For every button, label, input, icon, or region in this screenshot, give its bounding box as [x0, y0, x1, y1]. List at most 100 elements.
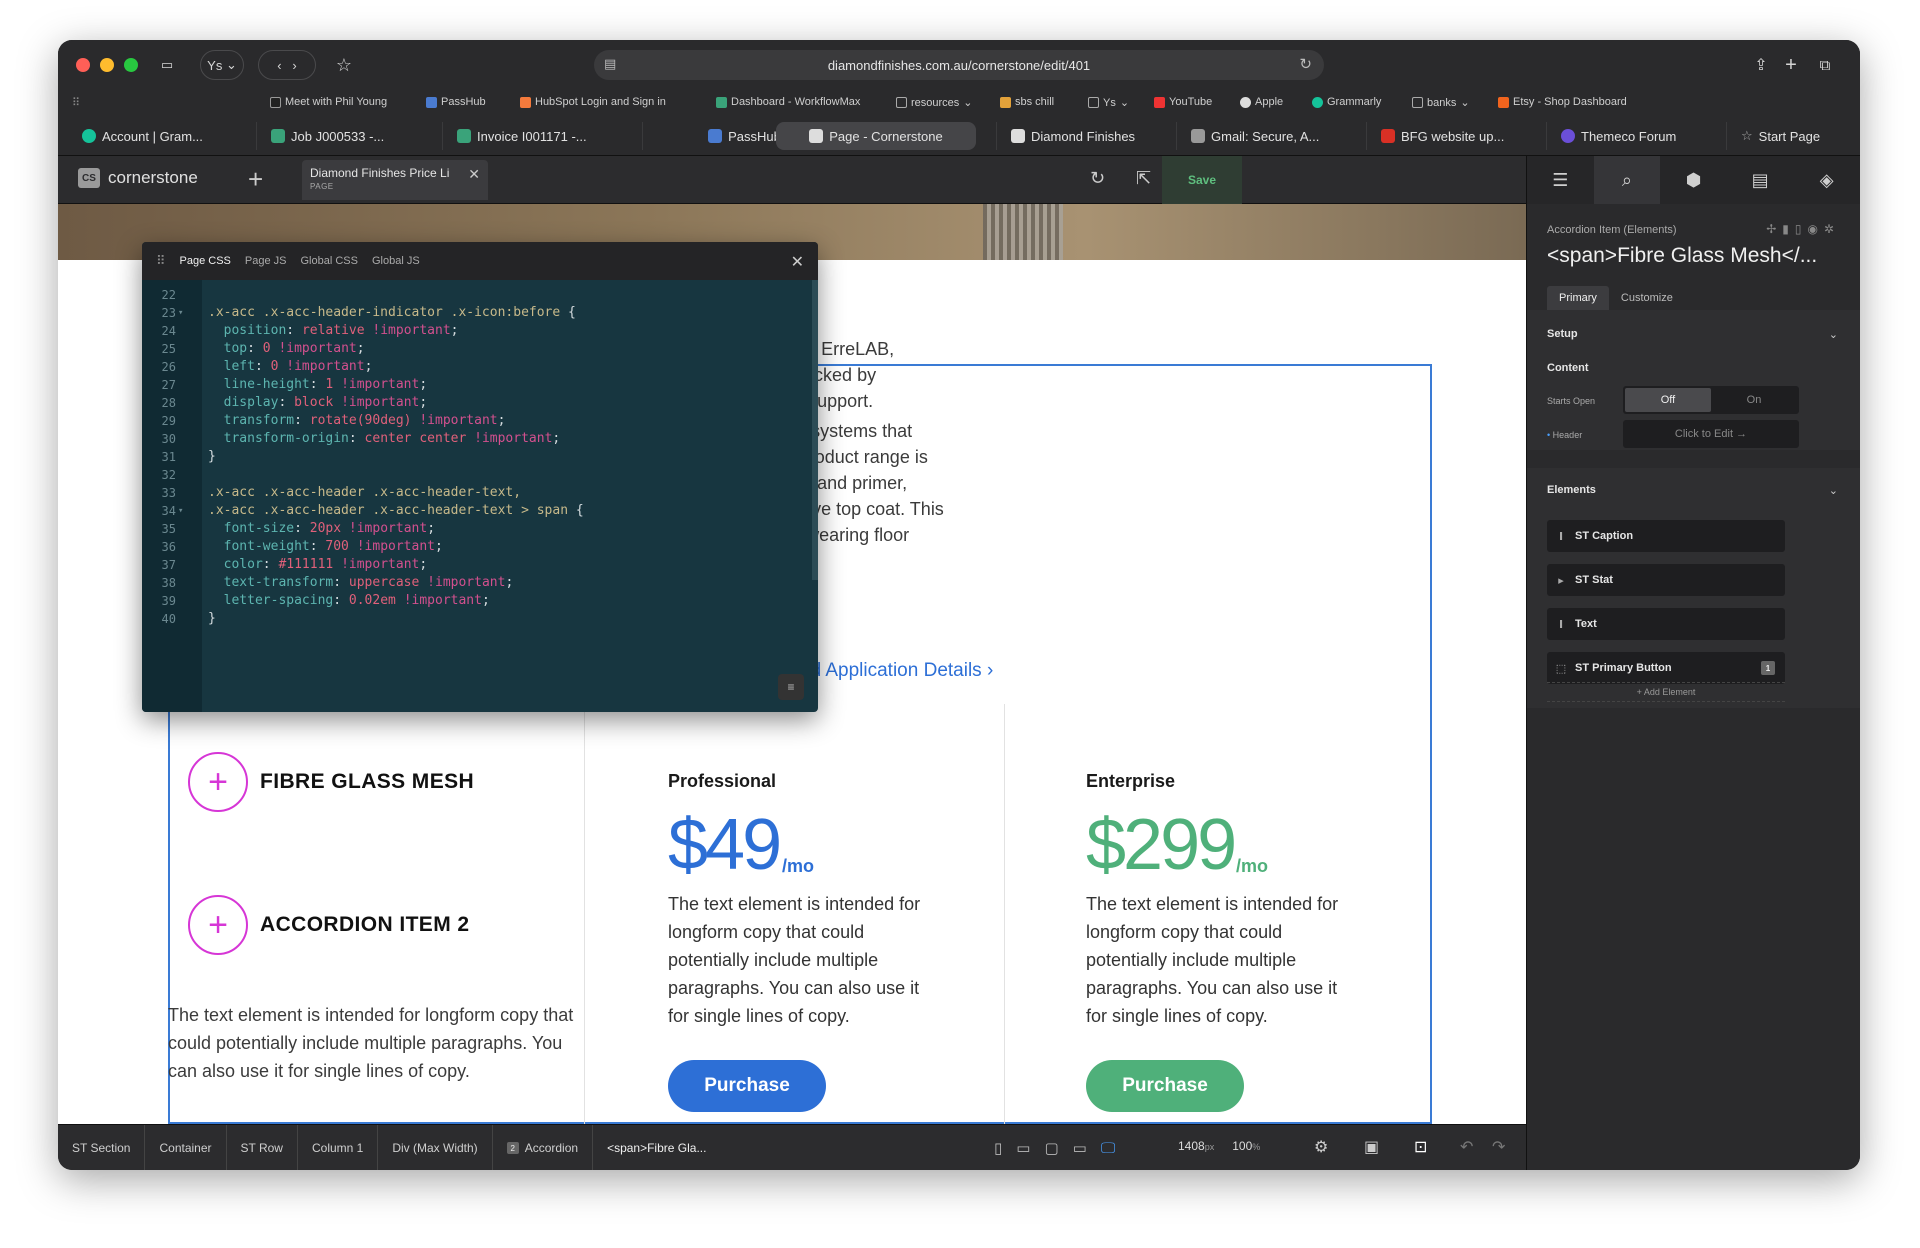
code-line[interactable]: 28 display: block !important;	[142, 394, 818, 412]
purchase-button-professional[interactable]: Purchase	[668, 1060, 826, 1112]
breadcrumb-item[interactable]: Container	[145, 1125, 227, 1170]
chevron-down-icon[interactable]: ⌄	[1829, 328, 1838, 341]
grid-icon[interactable]: ⠿	[72, 96, 80, 109]
database-icon[interactable]: ≡	[778, 674, 804, 700]
tab-page-js[interactable]: Page JS	[245, 255, 287, 267]
layout-icon[interactable]: ▤	[1727, 156, 1794, 204]
scrollbar[interactable]	[812, 280, 818, 580]
expand-arrow-icon[interactable]: ▸	[1555, 574, 1567, 587]
new-tab-icon[interactable]: +	[1778, 50, 1804, 80]
toggle-on-option[interactable]: On	[1711, 388, 1797, 412]
purchase-button-enterprise[interactable]: Purchase	[1086, 1060, 1244, 1112]
tab-overview-icon[interactable]: ⧉	[1812, 50, 1838, 80]
breadcrumb-item[interactable]: 2 Accordion	[493, 1125, 594, 1170]
code-line[interactable]: 32	[142, 466, 818, 484]
refresh-icon[interactable]: ↻	[1090, 168, 1105, 189]
favorite-star-icon[interactable]: ☆	[328, 50, 360, 80]
tab-primary[interactable]: Primary	[1547, 286, 1609, 310]
save-button[interactable]: Save	[1162, 156, 1242, 204]
bookmark-folder[interactable]: Ys ⌄	[1088, 96, 1129, 109]
breadcrumb-item-current[interactable]: <span>Fibre Gla...	[593, 1125, 720, 1170]
close-icon[interactable]: ✕	[468, 166, 480, 183]
code-line[interactable]: 36 font-weight: 700 !important;	[142, 538, 818, 556]
document-tab[interactable]: Diamond Finishes Price Li PAGE ✕	[302, 160, 488, 200]
code-line[interactable]: 33 .x-acc .x-acc-header .x-acc-header-tex…	[142, 484, 818, 502]
phone-landscape-icon[interactable]: ▭	[1016, 1139, 1030, 1157]
browser-tab[interactable]: ☆ Start Page	[1726, 122, 1850, 150]
profile-menu-button[interactable]: Ys ⌄	[200, 50, 244, 80]
chevron-down-icon[interactable]: ⌄	[1829, 484, 1838, 497]
browser-tab[interactable]: Account | Gram...	[68, 122, 246, 150]
browser-tab[interactable]: Job J000533 -...	[256, 122, 432, 150]
browser-tab[interactable]: Themeco Forum	[1546, 122, 1716, 150]
browser-tab[interactable]: Diamond Finishes	[996, 122, 1166, 150]
tab-customize[interactable]: Customize	[1609, 286, 1685, 310]
code-line[interactable]: 30 transform-origin: center center !impo…	[142, 430, 818, 448]
bookmark-item[interactable]: sbs chill	[1000, 96, 1054, 108]
image-icon[interactable]: ▣	[1364, 1137, 1379, 1157]
bookmark-item[interactable]: YouTube	[1154, 96, 1212, 108]
breadcrumb-item[interactable]: ST Section	[58, 1125, 146, 1170]
code-line[interactable]: 23 ▾ .x-acc .x-acc-header-indicator .x-ico…	[142, 304, 818, 322]
code-line[interactable]: 22	[142, 286, 818, 304]
application-details-link[interactable]: ad Application Details ›	[800, 660, 993, 682]
fold-arrow-icon[interactable]: ▾	[178, 304, 183, 322]
code-line[interactable]: 35 font-size: 20px !important;	[142, 520, 818, 538]
code-editor-icon[interactable]: ⊡	[1414, 1137, 1427, 1157]
add-element-button[interactable]: + Add Element	[1547, 682, 1785, 702]
bookmark-item[interactable]: Etsy - Shop Dashboard	[1498, 96, 1627, 108]
layers-icon[interactable]: ◈	[1793, 156, 1860, 204]
phone-portrait-icon[interactable]: ▯	[994, 1139, 1002, 1157]
bookmark-item[interactable]: Apple	[1240, 96, 1283, 108]
element-row-st-primary-button[interactable]: ⬚ ST Primary Button 1	[1547, 652, 1785, 684]
toggle-off-option[interactable]: Off	[1625, 388, 1711, 412]
redo-icon[interactable]: ↷	[1492, 1137, 1505, 1157]
close-icon[interactable]: ✕	[791, 252, 804, 272]
reload-icon[interactable]: ↻	[1299, 55, 1312, 73]
sidebar-toggle-icon[interactable]: ▭	[150, 50, 184, 80]
code-line[interactable]: 34 ▾ .x-acc .x-acc-header .x-acc-header-te…	[142, 502, 818, 520]
browser-tab-active[interactable]: Page - Cornerstone	[776, 122, 976, 150]
accordion-item-2[interactable]: + ACCORDION ITEM 2	[188, 895, 469, 955]
code-lines[interactable]: 22 23 ▾ .x-acc .x-acc-header-indicator .x-i…	[142, 286, 818, 628]
bookmark-folder[interactable]: resources ⌄	[896, 96, 973, 109]
cube-icon[interactable]: ⬢	[1660, 156, 1727, 204]
gear-icon[interactable]: ⚙	[1314, 1137, 1328, 1157]
setup-heading[interactable]: Setup	[1547, 328, 1578, 340]
tab-global-js[interactable]: Global JS	[372, 255, 420, 267]
breadcrumb-item[interactable]: ST Row	[227, 1125, 298, 1170]
plus-icon[interactable]: +	[188, 752, 248, 812]
external-link-icon[interactable]: ⇱	[1136, 168, 1151, 189]
code-line[interactable]: 31}	[142, 448, 818, 466]
plus-icon[interactable]: +	[188, 895, 248, 955]
code-line[interactable]: 38 text-transform: uppercase !important;	[142, 574, 818, 592]
tab-page-css[interactable]: Page CSS	[180, 255, 231, 267]
nav-back-forward[interactable]: ‹ ›	[258, 50, 316, 80]
starts-open-toggle[interactable]: Off On	[1623, 386, 1799, 414]
code-line[interactable]: 26 left: 0 !important;	[142, 358, 818, 376]
code-line[interactable]: 24 position: relative !important;	[142, 322, 818, 340]
breadcrumb-item[interactable]: Column 1	[298, 1125, 379, 1170]
laptop-icon[interactable]: ▭	[1073, 1139, 1087, 1157]
browser-tab[interactable]: BFG website up...	[1366, 122, 1536, 150]
code-line[interactable]: 40}	[142, 610, 818, 628]
code-line[interactable]: 25 top: 0 !important;	[142, 340, 818, 358]
accordion-item-fibre-glass-mesh[interactable]: + FIBRE GLASS MESH	[188, 752, 474, 812]
minimize-window-button[interactable]	[100, 58, 114, 72]
zoom-window-button[interactable]	[124, 58, 138, 72]
desktop-icon[interactable]: 🖵	[1101, 1140, 1115, 1157]
header-click-to-edit-button[interactable]: Click to Edit →	[1623, 420, 1799, 448]
address-bar[interactable]: ▤ diamondfinishes.com.au/cornerstone/edi…	[594, 50, 1324, 80]
bookmark-item[interactable]: PassHub	[426, 96, 486, 108]
code-line[interactable]: 29 transform: rotate(90deg) !important;	[142, 412, 818, 430]
tablet-icon[interactable]: ▢	[1044, 1139, 1058, 1157]
bookmark-item[interactable]: Grammarly	[1312, 96, 1381, 108]
code-line[interactable]: 39 letter-spacing: 0.02em !important;	[142, 592, 818, 610]
close-window-button[interactable]	[76, 58, 90, 72]
fold-arrow-icon[interactable]: ▾	[178, 502, 183, 520]
css-code-editor[interactable]: ⠿ Page CSS Page JS Global CSS Global JS …	[142, 242, 818, 712]
browser-tab[interactable]: Gmail: Secure, A...	[1176, 122, 1356, 150]
code-line[interactable]: 37 color: #111111 !important;	[142, 556, 818, 574]
viewport-width[interactable]: 1408px	[1178, 1139, 1214, 1153]
code-line[interactable]: 27 line-height: 1 !important;	[142, 376, 818, 394]
